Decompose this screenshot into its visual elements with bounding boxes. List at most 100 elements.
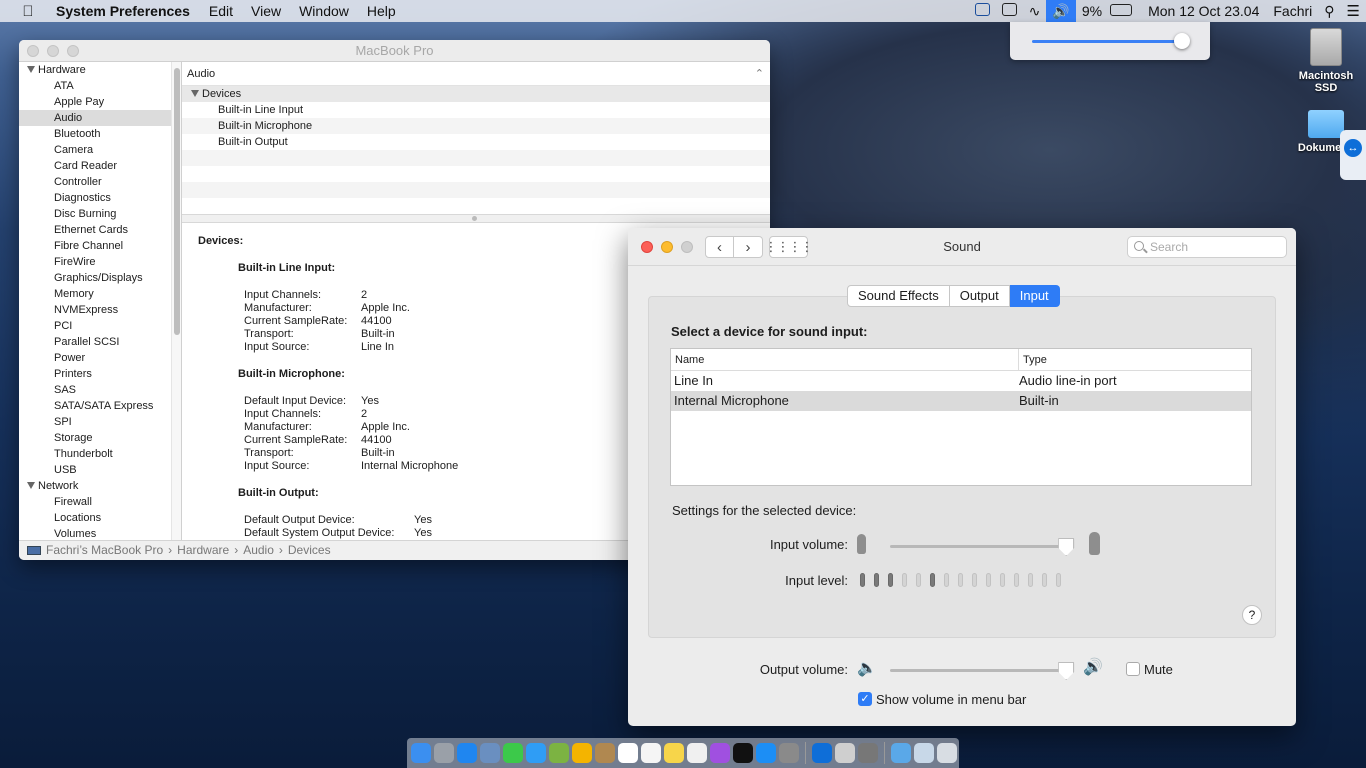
volume-menu-icon[interactable]: 🔊 [1046, 0, 1076, 22]
menu-app-name[interactable]: System Preferences [56, 3, 200, 19]
sidebar-item-locations[interactable]: Locations [19, 510, 171, 526]
app-store-icon[interactable] [756, 743, 776, 763]
output-volume-slider[interactable] [890, 669, 1068, 672]
path-item[interactable]: Hardware [177, 541, 229, 560]
table-row[interactable]: Internal Microphone Built-in [671, 391, 1251, 411]
input-volume-slider[interactable] [890, 545, 1068, 548]
app-icon[interactable] [858, 743, 878, 763]
chevron-up-icon[interactable]: ⌃ [755, 62, 764, 86]
splitter-handle[interactable] [472, 216, 477, 221]
close-button[interactable] [27, 45, 39, 57]
safari-icon[interactable] [457, 743, 477, 763]
preview-icon[interactable] [480, 743, 500, 763]
downloads-folder-icon[interactable] [891, 743, 911, 763]
tv-icon[interactable] [733, 743, 753, 763]
reminders-icon[interactable] [641, 743, 661, 763]
wifi-icon[interactable]: ∿ [1023, 3, 1047, 20]
activity-monitor-menu-icon[interactable] [996, 3, 1023, 19]
volume-track[interactable] [1032, 40, 1190, 43]
facetime-icon[interactable] [503, 743, 523, 763]
maps-icon[interactable] [549, 743, 569, 763]
system-preferences-icon[interactable] [779, 743, 799, 763]
path-item[interactable]: Fachri’s MacBook Pro [46, 541, 163, 560]
teamviewer-icon[interactable] [812, 743, 832, 763]
teamviewer-side-tab[interactable]: ↔ [1340, 130, 1366, 180]
sidebar-item-volumes[interactable]: Volumes [19, 526, 171, 540]
sidebar-item-bluetooth[interactable]: Bluetooth [19, 126, 171, 142]
sidebar-item-fibre-channel[interactable]: Fibre Channel [19, 238, 171, 254]
sidebar-item-audio[interactable]: Audio [19, 110, 171, 126]
calendar-icon[interactable] [618, 743, 638, 763]
tree-row-devices[interactable]: Devices [182, 86, 770, 102]
contacts-icon[interactable] [595, 743, 615, 763]
table-row[interactable]: Line In Audio line-in port [671, 371, 1251, 391]
podcasts-icon[interactable] [710, 743, 730, 763]
tree-row-output[interactable]: Built-in Output [182, 134, 770, 150]
sidebar-item-ata[interactable]: ATA [19, 78, 171, 94]
teamviewer-menu-icon[interactable] [969, 3, 996, 19]
sidebar-item-pci[interactable]: PCI [19, 318, 171, 334]
sidebar-item-apple-pay[interactable]: Apple Pay [19, 94, 171, 110]
sidebar-item-parallel-scsi[interactable]: Parallel SCSI [19, 334, 171, 350]
sidebar-item-diagnostics[interactable]: Diagnostics [19, 190, 171, 206]
finder-icon[interactable] [411, 743, 431, 763]
sidebar-section-hardware[interactable]: Hardware [19, 62, 171, 78]
trash-icon[interactable] [937, 743, 957, 763]
sidebar-item-storage[interactable]: Storage [19, 430, 171, 446]
tree-row-line-input[interactable]: Built-in Line Input [182, 102, 770, 118]
tab-input[interactable]: Input [1009, 285, 1060, 307]
help-button[interactable]: ? [1242, 605, 1262, 625]
notification-center-icon[interactable]: ☰ [1341, 2, 1366, 20]
sidebar-item-memory[interactable]: Memory [19, 286, 171, 302]
menu-clock[interactable]: Mon 12 Oct 23.04 [1138, 3, 1265, 19]
photos-icon[interactable] [572, 743, 592, 763]
sidebar-scrollbar[interactable] [171, 62, 181, 540]
spotlight-icon[interactable]: ⚲ [1318, 3, 1340, 20]
sidebar-item-thunderbolt[interactable]: Thunderbolt [19, 446, 171, 462]
sidebar-item-disc-burning[interactable]: Disc Burning [19, 206, 171, 222]
sidebar-item-controller[interactable]: Controller [19, 174, 171, 190]
desktop-icon-macintosh-ssd[interactable]: Macintosh SSD [1291, 28, 1361, 94]
tree-row-microphone[interactable]: Built-in Microphone [182, 118, 770, 134]
sidebar-item-sas[interactable]: SAS [19, 382, 171, 398]
volume-knob[interactable] [1174, 33, 1191, 49]
launchpad-icon[interactable] [434, 743, 454, 763]
menu-help[interactable]: Help [358, 3, 405, 19]
tab-sound-effects[interactable]: Sound Effects [847, 285, 950, 307]
sidebar-item-nvmexpress[interactable]: NVMExpress [19, 302, 171, 318]
pane-splitter[interactable] [182, 214, 770, 223]
stack-icon[interactable] [914, 743, 934, 763]
battery-icon[interactable] [1104, 3, 1138, 19]
window-titlebar[interactable]: MacBook Pro [19, 40, 770, 62]
menu-user[interactable]: Fachri [1265, 3, 1318, 19]
sidebar-item-camera[interactable]: Camera [19, 142, 171, 158]
menu-view[interactable]: View [242, 3, 290, 19]
window-toolbar[interactable]: ‹ › ⋮⋮⋮⋮ Sound Search [628, 228, 1296, 266]
column-header-type[interactable]: Type [1019, 349, 1047, 370]
notes-icon[interactable] [664, 743, 684, 763]
scrollbar-thumb[interactable] [174, 68, 180, 335]
menu-edit[interactable]: Edit [200, 3, 242, 19]
search-field[interactable]: Search [1127, 236, 1287, 258]
input-device-table[interactable]: Name Type Line In Audio line-in port Int… [670, 348, 1252, 486]
path-item[interactable]: Devices [288, 541, 331, 560]
zoom-button[interactable] [67, 45, 79, 57]
battery-percent[interactable]: 9% [1076, 3, 1104, 19]
show-volume-checkbox[interactable]: ✓ [858, 692, 872, 706]
messages-icon[interactable] [526, 743, 546, 763]
mute-checkbox[interactable] [1126, 662, 1140, 676]
sidebar-item-usb[interactable]: USB [19, 462, 171, 478]
sidebar-item-printers[interactable]: Printers [19, 366, 171, 382]
output-volume-knob[interactable] [1058, 662, 1075, 680]
column-header-name[interactable]: Name [671, 349, 1019, 370]
apple-menu-icon[interactable]:  [0, 3, 56, 20]
system-information-icon[interactable] [835, 743, 855, 763]
tab-output[interactable]: Output [949, 285, 1010, 307]
sidebar-item-sata-sata-express[interactable]: SATA/SATA Express [19, 398, 171, 414]
minimize-button[interactable] [47, 45, 59, 57]
music-icon[interactable] [687, 743, 707, 763]
sidebar-item-spi[interactable]: SPI [19, 414, 171, 430]
sidebar-item-firewire[interactable]: FireWire [19, 254, 171, 270]
sidebar-item-ethernet-cards[interactable]: Ethernet Cards [19, 222, 171, 238]
path-item[interactable]: Audio [243, 541, 274, 560]
